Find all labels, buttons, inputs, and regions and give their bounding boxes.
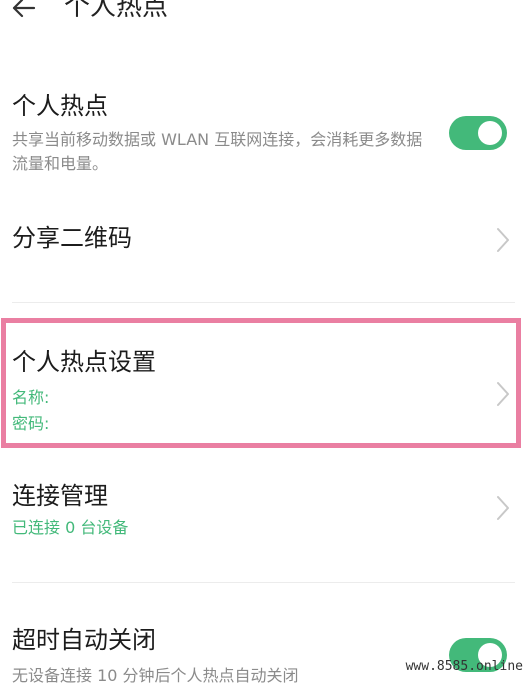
share-qr-row[interactable]: 分享二维码 [0,218,527,268]
connected-devices-count: 已连接 0 台设备 [12,518,129,537]
highlight-box [1,318,521,448]
hotspot-toggle[interactable] [449,116,507,150]
toggle-knob [478,121,502,145]
top-bar: 个人热点 [0,0,527,34]
share-qr-title: 分享二维码 [12,224,132,252]
page-title: 个人热点 [64,0,169,22]
connection-management-row[interactable]: 连接管理 已连接 0 台设备 [0,476,527,556]
chevron-right-icon [497,228,509,252]
divider [12,582,515,583]
connection-management-title: 连接管理 [12,482,108,510]
back-arrow-icon[interactable] [10,0,38,22]
hotspot-title: 个人热点 [12,92,108,120]
timeout-description: 无设备连接 10 分钟后个人热点自动关闭 [12,666,299,685]
divider [12,302,515,303]
watermark: www.8585.online [405,659,523,674]
hotspot-toggle-row[interactable]: 个人热点 共享当前移动数据或 WLAN 互联网连接，会消耗更多数据流量和电量。 [0,86,527,186]
timeout-title: 超时自动关闭 [12,626,156,654]
chevron-right-icon [497,496,509,520]
hotspot-description: 共享当前移动数据或 WLAN 互联网连接，会消耗更多数据流量和电量。 [12,130,423,173]
